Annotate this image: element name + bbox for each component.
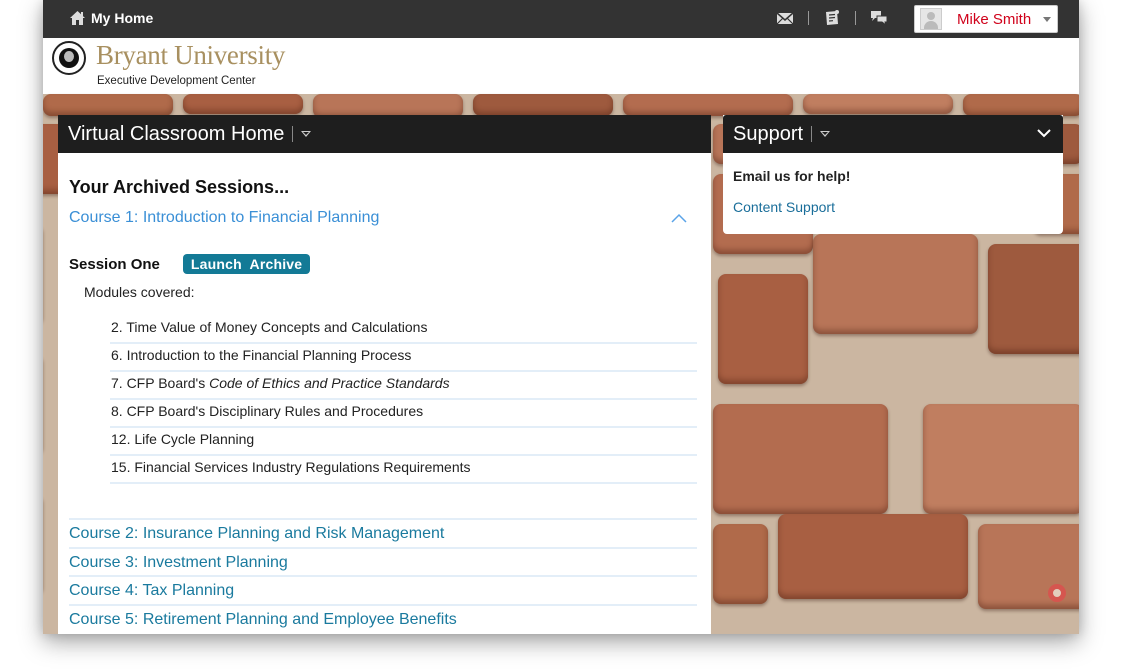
brick-decoration (988, 244, 1079, 354)
course-4-link[interactable]: Course 4: Tax Planning (69, 575, 697, 603)
home-icon (70, 11, 85, 25)
module-item: 7. CFP Board's Code of Ethics and Practi… (110, 373, 697, 400)
user-name: Mike Smith (957, 10, 1032, 28)
top-icons-group (776, 9, 888, 27)
brick-decoration (623, 94, 793, 116)
course-2-link[interactable]: Course 2: Insurance Planning and Risk Ma… (69, 518, 697, 546)
content-support-link[interactable]: Content Support (733, 199, 835, 215)
caret-down-icon (1043, 16, 1051, 22)
chat-icon[interactable] (870, 9, 888, 27)
support-message: Email us for help! (733, 168, 851, 184)
top-navigation-bar: My Home Mike Smith (43, 0, 1079, 38)
course-list: Course 2: Insurance Planning and Risk Ma… (69, 518, 697, 632)
user-menu-dropdown[interactable]: Mike Smith (914, 5, 1058, 33)
support-panel: Support Email us for help! Content Suppo… (723, 115, 1063, 234)
brick-decoration (778, 514, 968, 599)
icon-divider (855, 11, 856, 25)
module-item: 12. Life Cycle Planning (110, 429, 697, 456)
header-divider (292, 126, 294, 142)
brick-decoration (803, 94, 953, 114)
my-home-label: My Home (91, 10, 154, 26)
brick-decoration (718, 274, 808, 384)
university-seal-logo (52, 41, 86, 75)
modules-covered-label: Modules covered: (84, 284, 195, 300)
my-home-link[interactable]: My Home (69, 10, 153, 26)
panel-title: Virtual Classroom Home (68, 122, 285, 145)
module-item: 15. Financial Services Industry Regulati… (110, 457, 697, 484)
chevron-down-icon[interactable] (1037, 128, 1051, 138)
header-divider (811, 126, 813, 142)
course-accordion-header[interactable]: Course 1: Introduction to Financial Plan… (69, 209, 697, 227)
icon-divider (808, 11, 809, 25)
section-title: Your Archived Sessions... (69, 177, 290, 197)
module-item: 6. Introduction to the Financial Plannin… (110, 345, 697, 372)
brick-decoration (963, 94, 1079, 116)
avatar (920, 8, 942, 30)
support-panel-header: Support (723, 115, 1063, 153)
brand-subtitle: Executive Development Center (97, 75, 256, 87)
module-list: 2. Time Value of Money Concepts and Calc… (110, 317, 697, 484)
course-5-link[interactable]: Course 5: Retirement Planning and Employ… (69, 603, 697, 632)
session-label: Session One (69, 255, 160, 273)
brand-header: Bryant University Executive Development … (43, 38, 1079, 94)
panel-menu-caret-icon[interactable] (820, 131, 831, 137)
brand-name: Bryant University (96, 40, 286, 70)
virtual-classroom-panel: Virtual Classroom Home Your Archived Ses… (58, 115, 711, 634)
panel-header: Virtual Classroom Home (58, 115, 711, 153)
brick-decoration (713, 524, 768, 604)
panel-menu-caret-icon[interactable] (301, 131, 312, 137)
help-widget-icon[interactable] (1048, 584, 1066, 602)
brick-decoration (713, 404, 888, 514)
module-item: 2. Time Value of Money Concepts and Calc… (110, 317, 697, 344)
brick-decoration (473, 94, 613, 116)
support-title: Support (733, 122, 804, 145)
course-1-link[interactable]: Course 1: Introduction to Financial Plan… (69, 209, 379, 227)
browser-page: My Home Mike Smith Bryant University Exe… (43, 0, 1079, 634)
brick-decoration (183, 94, 303, 114)
notes-icon[interactable] (823, 9, 841, 27)
module-item: 8. CFP Board's Disciplinary Rules and Pr… (110, 401, 697, 428)
chevron-up-icon[interactable] (671, 213, 687, 223)
launch-archive-button[interactable]: Launch Archive (182, 254, 311, 274)
brick-decoration (43, 94, 173, 116)
brick-decoration (923, 404, 1079, 514)
messages-icon[interactable] (776, 9, 794, 27)
brick-decoration (813, 234, 978, 334)
session-row: Session One Launch Archive (69, 254, 697, 274)
course-3-link[interactable]: Course 3: Investment Planning (69, 546, 697, 575)
